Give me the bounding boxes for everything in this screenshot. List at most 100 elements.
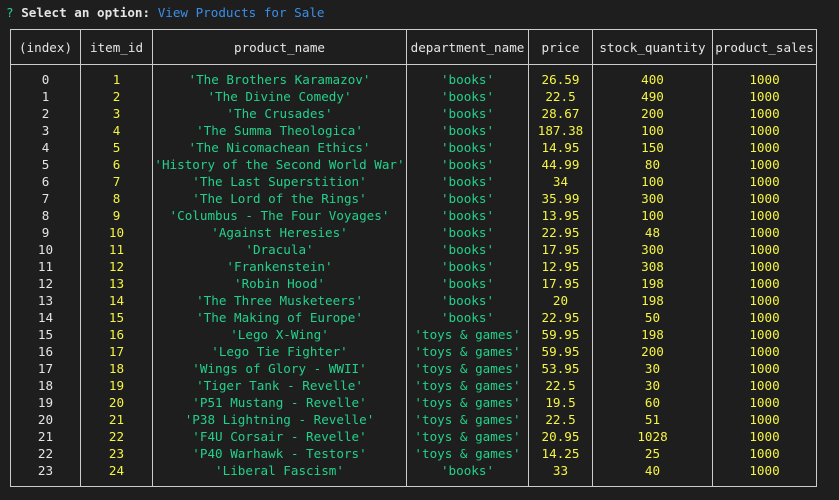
index-cell: 20 xyxy=(10,411,81,428)
index-cell: 4 xyxy=(10,139,81,156)
price-cell: 12.95 xyxy=(528,258,593,275)
stock-quantity-cell: 198 xyxy=(592,326,713,343)
product-name-cell: 'P40 Warhawk - Testors' xyxy=(152,445,407,462)
price-cell: 22.5 xyxy=(528,88,593,105)
stock-quantity-cell: 100 xyxy=(592,207,713,224)
price-cell: 20.95 xyxy=(528,428,593,445)
price-cell: 26.59 xyxy=(528,64,593,88)
stock-quantity-cell: 80 xyxy=(592,156,713,173)
table-row: 3 4 'The Summa Theologica''books' 187.38 100… xyxy=(10,122,817,139)
price-cell: 59.95 xyxy=(528,326,593,343)
product-name-cell: 'The Three Musketeers' xyxy=(152,292,407,309)
product-name-cell: 'The Brothers Karamazov' xyxy=(152,64,407,88)
product-name-cell: 'Dracula' xyxy=(152,241,407,258)
product-name-cell: 'Lego Tie Fighter' xyxy=(152,343,407,360)
table-row: 2 3 'The Crusades''books' 28.67 200 1000 xyxy=(10,105,817,122)
table-row: 10 11 'Dracula''books' 17.95 300 1000 xyxy=(10,241,817,258)
product-sales-cell: 1000 xyxy=(712,122,817,139)
product-name-cell: 'Frankenstein' xyxy=(152,258,407,275)
price-cell: 28.67 xyxy=(528,105,593,122)
stock-quantity-cell: 300 xyxy=(592,190,713,207)
terminal-prompt: ? Select an option: View Products for Sa… xyxy=(6,4,325,21)
product-name-cell: 'The Lord of the Rings' xyxy=(152,190,407,207)
price-cell: 14.95 xyxy=(528,139,593,156)
stock-quantity-cell: 40 xyxy=(592,462,713,487)
item-id-cell: 20 xyxy=(80,394,153,411)
department-name-cell: 'toys & games' xyxy=(406,343,529,360)
index-cell: 22 xyxy=(10,445,81,462)
price-cell: 22.95 xyxy=(528,224,593,241)
table-row: 4 5 'The Nicomachean Ethics''books' 14.95 15… xyxy=(10,139,817,156)
item-id-cell: 16 xyxy=(80,326,153,343)
item-id-cell: 5 xyxy=(80,139,153,156)
header-item-id: item_id xyxy=(80,29,153,65)
item-id-cell: 13 xyxy=(80,275,153,292)
price-cell: 17.95 xyxy=(528,241,593,258)
department-name-cell: 'toys & games' xyxy=(406,411,529,428)
product-sales-cell: 1000 xyxy=(712,258,817,275)
stock-quantity-cell: 308 xyxy=(592,258,713,275)
product-sales-cell: 1000 xyxy=(712,292,817,309)
item-id-cell: 12 xyxy=(80,258,153,275)
index-cell: 14 xyxy=(10,309,81,326)
table-row: 7 8 'The Lord of the Rings''books' 35.99 300… xyxy=(10,190,817,207)
question-mark: ? xyxy=(6,5,14,20)
item-id-cell: 18 xyxy=(80,360,153,377)
item-id-cell: 22 xyxy=(80,428,153,445)
table-row: 18 19 'Tiger Tank - Revelle''toys & games'… xyxy=(10,377,817,394)
index-cell: 10 xyxy=(10,241,81,258)
department-name-cell: 'books' xyxy=(406,122,529,139)
product-name-cell: 'P38 Lightning - Revelle' xyxy=(152,411,407,428)
product-sales-cell: 1000 xyxy=(712,224,817,241)
stock-quantity-cell: 200 xyxy=(592,105,713,122)
selected-option: View Products for Sale xyxy=(157,5,325,20)
item-id-cell: 11 xyxy=(80,241,153,258)
department-name-cell: 'books' xyxy=(406,190,529,207)
product-name-cell: 'Liberal Fascism' xyxy=(152,462,407,487)
product-name-cell: 'Against Heresies' xyxy=(152,224,407,241)
table-row: 0 1 'The Brothers Karamazov''books' 26.59 40… xyxy=(10,64,817,88)
table-row: 15 16 'Lego X-Wing''toys & games' 59.95 198 1… xyxy=(10,326,817,343)
price-cell: 53.95 xyxy=(528,360,593,377)
price-cell: 14.25 xyxy=(528,445,593,462)
department-name-cell: 'toys & games' xyxy=(406,428,529,445)
price-cell: 17.95 xyxy=(528,275,593,292)
department-name-cell: 'toys & games' xyxy=(406,445,529,462)
table-row: 13 14 'The Three Musketeers''books' 20 198 10… xyxy=(10,292,817,309)
product-sales-cell: 1000 xyxy=(712,64,817,88)
index-cell: 7 xyxy=(10,190,81,207)
item-id-cell: 3 xyxy=(80,105,153,122)
item-id-cell: 21 xyxy=(80,411,153,428)
product-sales-cell: 1000 xyxy=(712,326,817,343)
index-cell: 23 xyxy=(10,462,81,487)
price-cell: 187.38 xyxy=(528,122,593,139)
prompt-question: Select an option: xyxy=(21,5,151,20)
index-cell: 3 xyxy=(10,122,81,139)
department-name-cell: 'books' xyxy=(406,173,529,190)
index-cell: 17 xyxy=(10,360,81,377)
product-sales-cell: 1000 xyxy=(712,377,817,394)
department-name-cell: 'books' xyxy=(406,64,529,88)
product-sales-cell: 1000 xyxy=(712,309,817,326)
table-row: 19 20 'P51 Mustang - Revelle''toys & games… xyxy=(10,394,817,411)
stock-quantity-cell: 198 xyxy=(592,292,713,309)
index-cell: 16 xyxy=(10,343,81,360)
header-price: price xyxy=(528,29,593,65)
index-cell: 18 xyxy=(10,377,81,394)
item-id-cell: 24 xyxy=(80,462,153,487)
header-department-name: department_name xyxy=(406,29,529,65)
table-row: 12 13 'Robin Hood''books' 17.95 198 1000 xyxy=(10,275,817,292)
item-id-cell: 15 xyxy=(80,309,153,326)
table-row: 23 24 'Liberal Fascism''books' 33 40 1000 xyxy=(10,462,817,487)
stock-quantity-cell: 51 xyxy=(592,411,713,428)
product-name-cell: 'History of the Second World War' xyxy=(152,156,407,173)
header-index: (index) xyxy=(10,29,81,65)
department-name-cell: 'books' xyxy=(406,309,529,326)
product-sales-cell: 1000 xyxy=(712,88,817,105)
index-cell: 21 xyxy=(10,428,81,445)
stock-quantity-cell: 60 xyxy=(592,394,713,411)
department-name-cell: 'toys & games' xyxy=(406,360,529,377)
department-name-cell: 'books' xyxy=(406,139,529,156)
stock-quantity-cell: 25 xyxy=(592,445,713,462)
price-cell: 20 xyxy=(528,292,593,309)
